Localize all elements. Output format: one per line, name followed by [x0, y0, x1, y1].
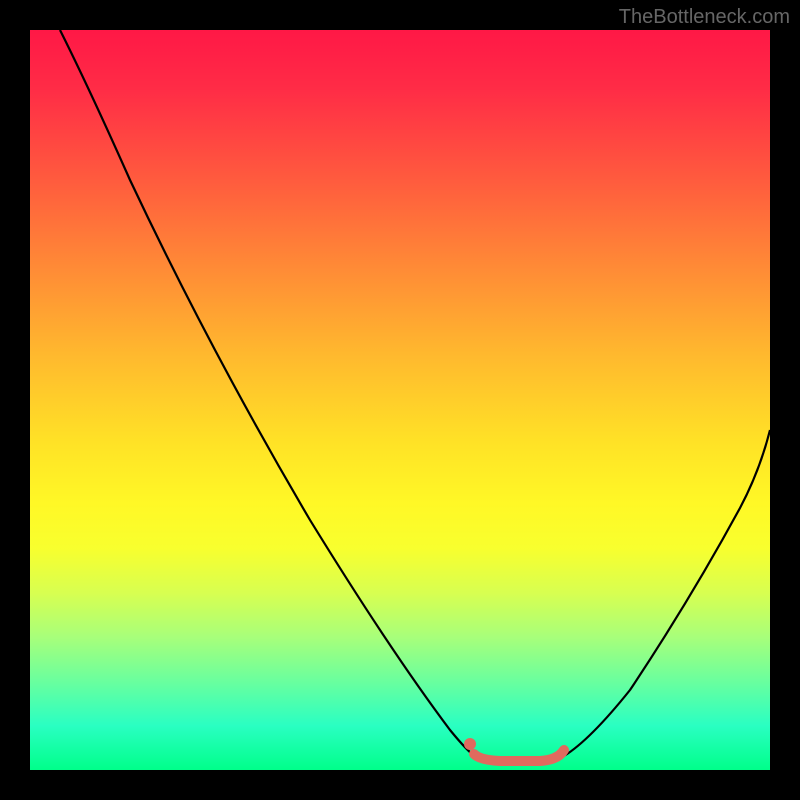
watermark-text: TheBottleneck.com — [619, 6, 790, 29]
chart-svg — [30, 30, 770, 770]
highlight-segment — [474, 750, 564, 761]
highlight-point — [464, 738, 476, 750]
right-curve — [564, 430, 770, 756]
plot-area — [30, 30, 770, 770]
left-curve — [60, 30, 475, 756]
